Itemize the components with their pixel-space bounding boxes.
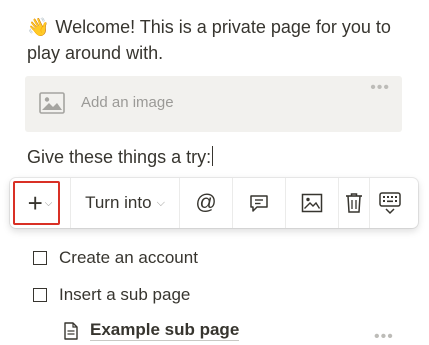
turn-into-label: Turn into — [85, 193, 152, 212]
image-block-menu-icon[interactable]: ••• — [370, 80, 390, 96]
highlight-box — [13, 181, 60, 225]
subpage-menu-icon[interactable]: ••• — [374, 329, 394, 345]
subpage-label: Example sub page — [90, 320, 240, 341]
turn-into-button[interactable]: Turn into ⌵ — [71, 178, 179, 228]
trash-icon — [346, 193, 362, 213]
keyboard-toggle-button[interactable] — [370, 178, 410, 228]
add-block-button[interactable]: + ⌵ — [10, 178, 70, 228]
welcome-text: 👋 Welcome! This is a private page for you… — [27, 14, 407, 66]
try-heading[interactable]: Give these things a try: — [27, 145, 214, 169]
image-block[interactable]: Add an image ••• — [25, 76, 402, 132]
text-cursor — [212, 146, 214, 166]
page-icon — [64, 321, 78, 340]
todo-label: Create an account — [59, 248, 198, 267]
image-icon — [301, 193, 323, 213]
welcome-label: Welcome! This is a private page for you … — [27, 17, 391, 63]
wave-emoji: 👋 — [27, 17, 50, 37]
image-placeholder-icon — [39, 92, 65, 114]
comment-button[interactable] — [233, 178, 285, 228]
add-image-label: Add an image — [81, 94, 174, 111]
image-button[interactable] — [286, 178, 338, 228]
subpage-link[interactable]: Example sub page — [64, 320, 240, 341]
try-label: Give these things a try: — [27, 147, 212, 167]
at-icon: @ — [195, 191, 217, 214]
chevron-down-icon: ⌵ — [156, 196, 165, 209]
delete-button[interactable] — [339, 178, 369, 228]
block-toolbar: + ⌵ Turn into ⌵ @ — [10, 178, 418, 228]
checkbox[interactable] — [33, 251, 47, 265]
mention-button[interactable]: @ — [180, 178, 232, 228]
todo-item[interactable]: Insert a sub page — [33, 285, 190, 305]
keyboard-icon — [379, 192, 401, 215]
todo-label: Insert a sub page — [59, 285, 191, 304]
checkbox[interactable] — [33, 288, 47, 302]
comment-icon — [250, 195, 268, 212]
todo-item[interactable]: Create an account — [33, 248, 198, 268]
